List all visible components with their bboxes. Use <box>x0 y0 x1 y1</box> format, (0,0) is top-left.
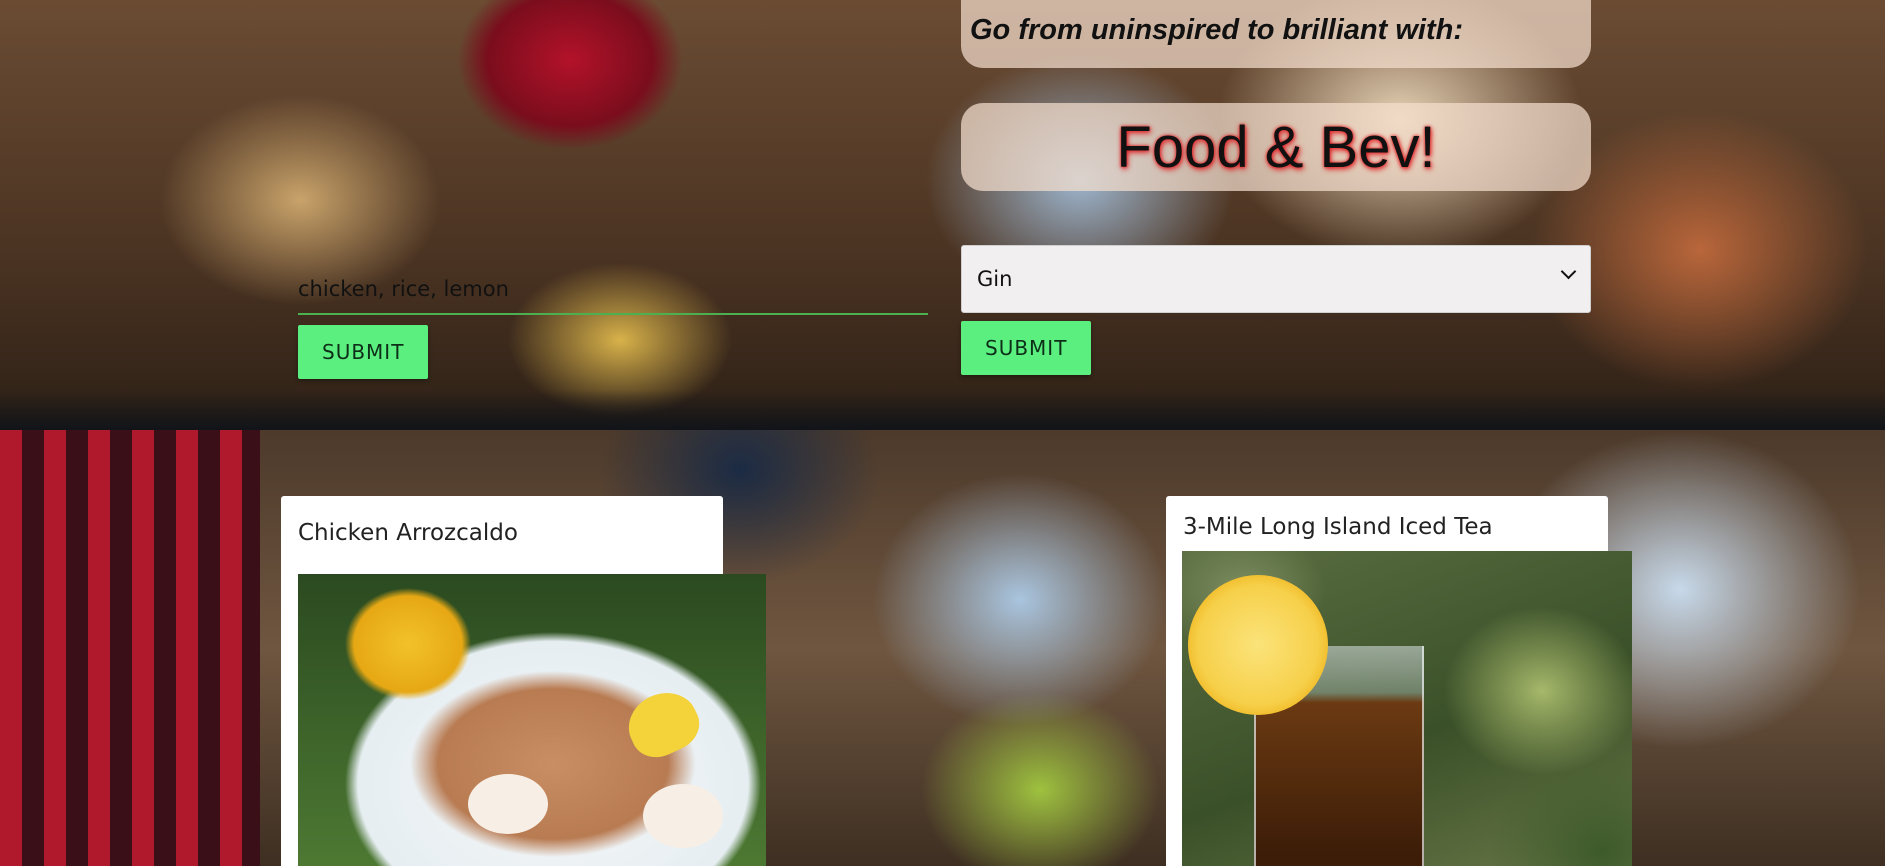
beverage-search-form: Gin SUBMIT <box>961 245 1591 375</box>
hero-background-image <box>0 0 1885 430</box>
beverage-card-image <box>1182 551 1632 866</box>
food-submit-button[interactable]: SUBMIT <box>298 325 429 379</box>
food-card-image <box>298 574 766 866</box>
ingredients-input[interactable] <box>298 250 928 315</box>
lemon-slice-graphic <box>1188 575 1328 715</box>
liquor-select-value: Gin <box>977 267 1013 291</box>
tagline-text: Go from uninspired to brilliant with: <box>970 14 1463 46</box>
beverage-card-title: 3-Mile Long Island Iced Tea <box>1183 514 1493 540</box>
beverage-submit-button[interactable]: SUBMIT <box>961 321 1092 375</box>
chevron-down-icon <box>1560 263 1577 280</box>
brand-panel: Food & Bev! <box>961 103 1591 191</box>
lemon-wedge-graphic <box>618 682 708 766</box>
brand-title: Food & Bev! <box>1116 114 1436 180</box>
egg-graphic <box>468 774 548 834</box>
egg-graphic <box>643 784 723 848</box>
liquor-select[interactable]: Gin <box>961 245 1591 313</box>
food-card-title: Chicken Arrozcaldo <box>298 520 518 546</box>
food-search-form: SUBMIT <box>298 250 928 379</box>
tagline-panel: Go from uninspired to brilliant with: <box>961 0 1591 68</box>
